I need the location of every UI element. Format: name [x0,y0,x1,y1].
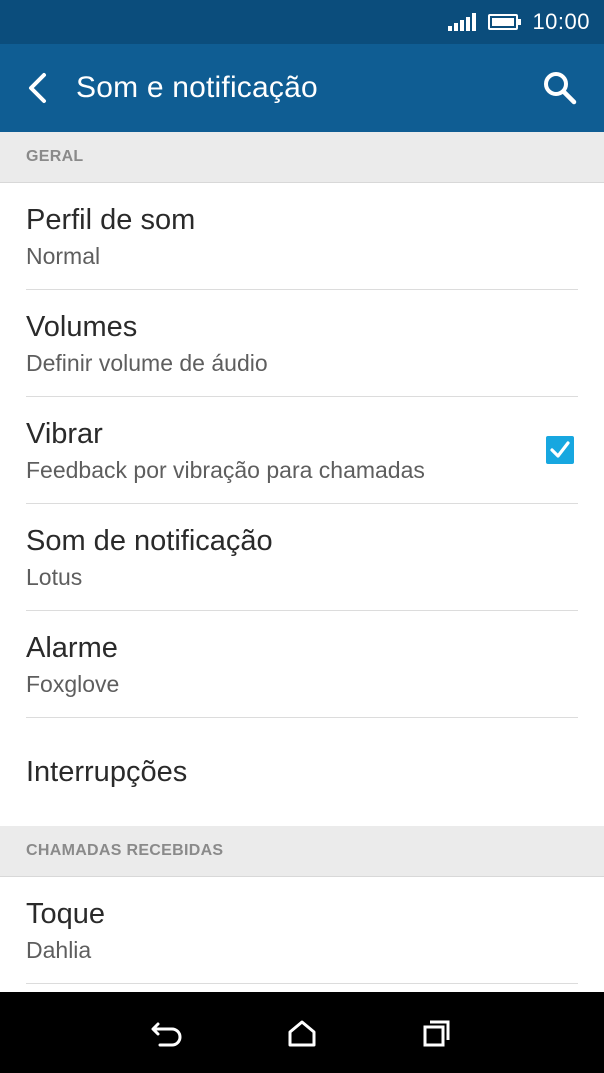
list-item-perfil-de-som[interactable]: Perfil de som Normal [0,183,604,290]
list-item-vibrar[interactable]: Vibrar Feedback por vibração para chamad… [0,397,604,504]
signal-icon [448,13,477,31]
item-subtitle: Foxglove [26,670,120,697]
search-icon [544,72,577,105]
item-subtitle: Definir volume de áudio [26,349,268,376]
section-header-geral: GERAL [0,132,604,183]
item-subtitle: Normal [26,242,101,269]
list-item-interrupcoes[interactable]: Interrupções [0,718,604,826]
item-title: Perfil de som [26,203,196,236]
nav-home-button[interactable] [272,1003,332,1063]
recents-icon [423,1020,450,1046]
back-button[interactable] [0,44,76,132]
item-title: Volumes [26,310,138,343]
nav-back-button[interactable] [137,1003,197,1063]
item-subtitle: Lotus [26,563,83,590]
back-arrow-icon [29,73,46,103]
vibrate-checkbox[interactable] [546,436,574,464]
status-time: 10:00 [532,9,590,34]
list-item-volumes[interactable]: Volumes Definir volume de áudio [0,290,604,397]
item-title: Toque [26,897,106,930]
status-bar: 10:00 [0,0,604,44]
navigation-bar [0,992,604,1073]
search-button[interactable] [516,44,604,132]
page-title: Som e notificação [76,71,318,104]
item-subtitle: Dahlia [26,936,92,963]
item-subtitle: Feedback por vibração para chamadas [26,456,425,483]
app-bar: Som e notificação [0,44,604,132]
list-item-toque[interactable]: Toque Dahlia [0,877,604,984]
item-title: Interrupções [26,756,188,788]
item-title: Som de notificação [26,524,273,557]
item-title: Vibrar [26,417,103,450]
list-item-alarme[interactable]: Alarme Foxglove [0,611,604,718]
back-icon [151,1022,182,1046]
list-item-som-de-notificacao[interactable]: Som de notificação Lotus [0,504,604,611]
battery-icon [488,14,522,30]
settings-list: GERAL Perfil de som Normal Volumes Defin… [0,132,604,992]
nav-recents-button[interactable] [407,1003,467,1063]
home-icon [288,1020,316,1046]
checkmark-icon [550,441,570,458]
item-title: Alarme [26,631,118,664]
section-header-chamadas-recebidas: CHAMADAS RECEBIDAS [0,826,604,877]
